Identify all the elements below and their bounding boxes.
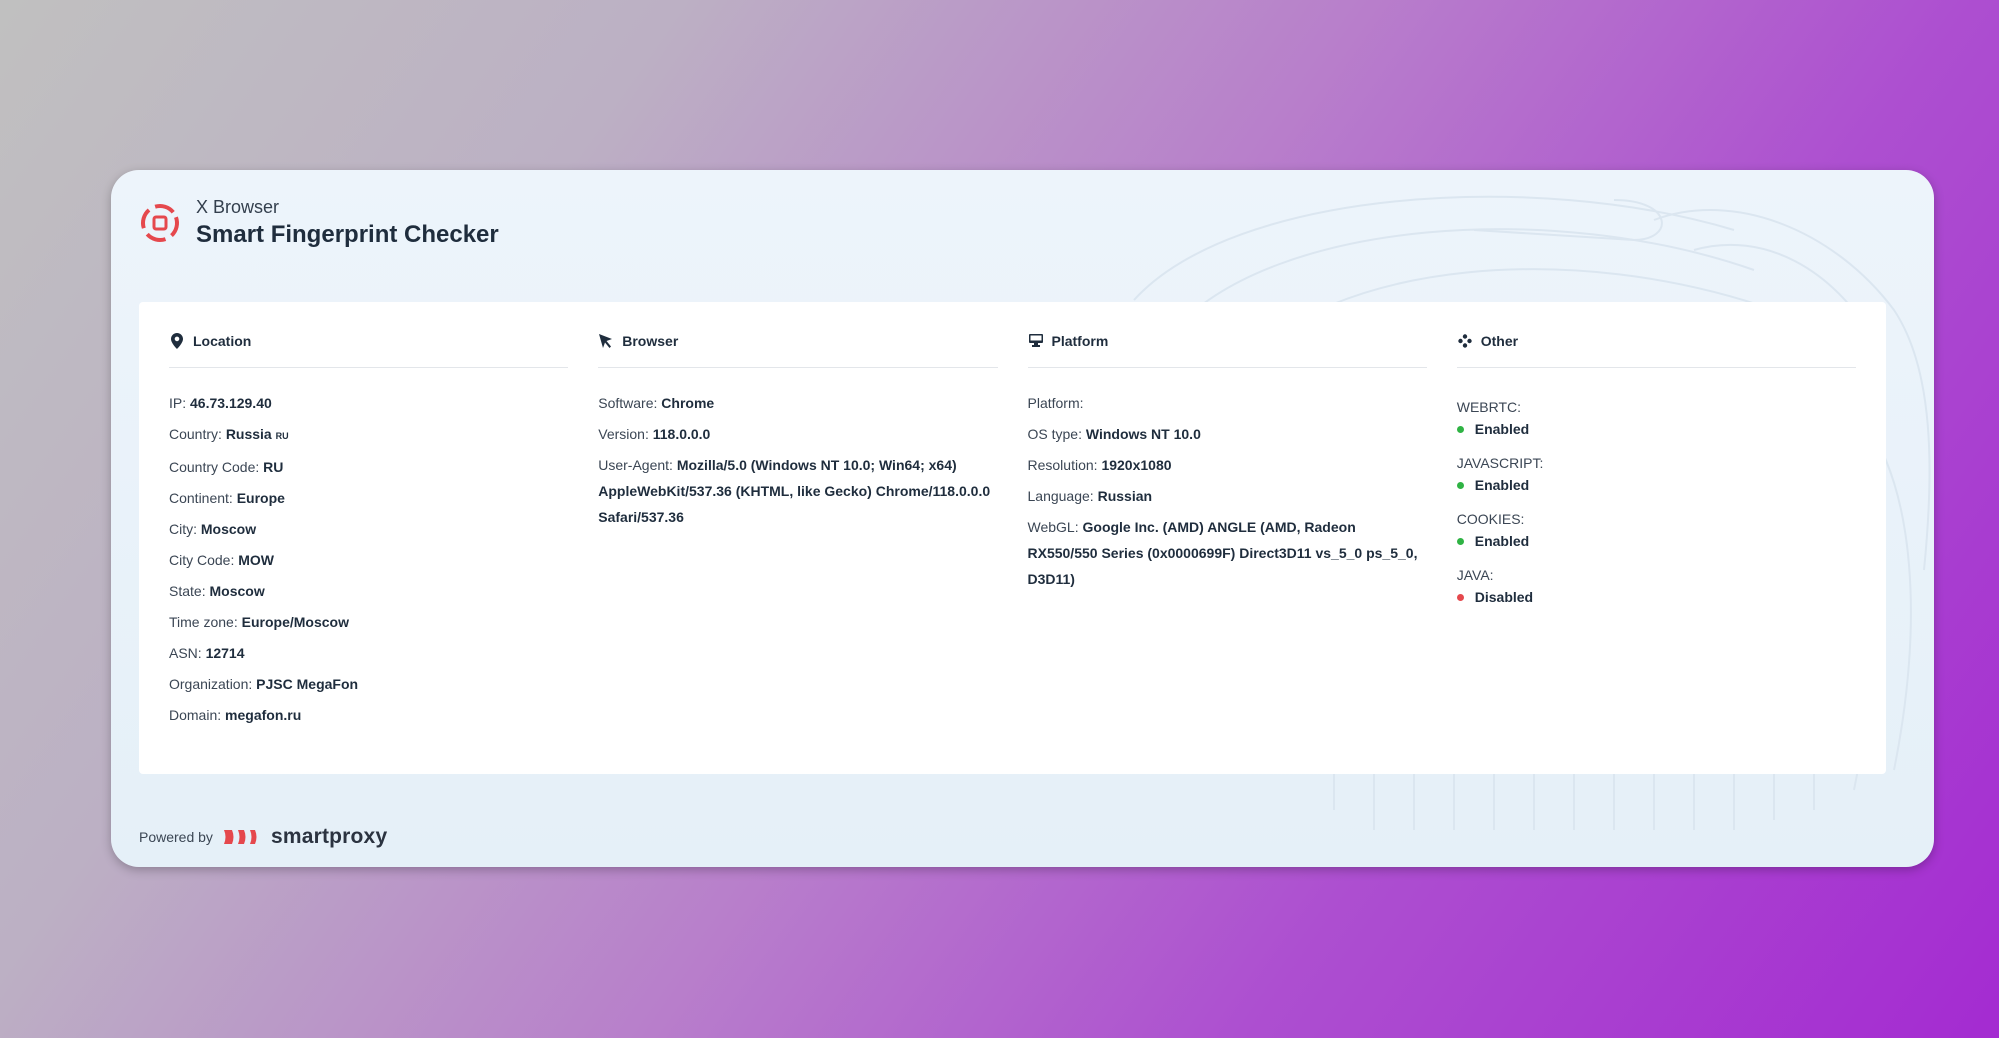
- organization-row: Organization: PJSC MegaFon: [169, 676, 359, 692]
- webgl-value: Google Inc. (AMD) ANGLE (AMD, Radeon RX5…: [1027, 519, 1418, 587]
- smartproxy-logo-icon: [223, 830, 257, 844]
- location-heading-label: Location: [193, 332, 252, 349]
- asn-row: ASN: 12714: [169, 645, 245, 661]
- software-value: Chrome: [661, 395, 715, 411]
- javascript-status: Enabled: [1456, 474, 1856, 496]
- map-pin-icon: [169, 332, 185, 349]
- country-code-value: RU: [263, 459, 284, 475]
- java-item: JAVA: Disabled: [1456, 564, 1856, 608]
- footer: Powered by smartproxy: [139, 825, 387, 849]
- version-row: Version: 118.0.0.0: [598, 426, 711, 442]
- app-header: X Browser Smart Fingerprint Checker: [139, 196, 499, 250]
- browser-heading: Browser: [598, 302, 998, 368]
- other-heading-label: Other: [1480, 332, 1519, 349]
- platform-column: Platform Platform: OS type: Windows NT 1…: [1027, 302, 1427, 774]
- status-dot-icon: [1456, 425, 1464, 433]
- country-code-row: Country Code: RU: [169, 459, 284, 475]
- domain-value: megafon.ru: [225, 707, 302, 723]
- javascript-label: JAVASCRIPT:: [1456, 455, 1544, 471]
- state-value: Moscow: [209, 583, 265, 599]
- resolution-value: 1920x1080: [1101, 457, 1172, 473]
- monitor-icon: [1028, 333, 1044, 349]
- javascript-item: JAVASCRIPT: Enabled: [1456, 452, 1856, 496]
- domain-row: Domain: megafon.ru: [169, 707, 302, 723]
- dots-icon: [1457, 333, 1473, 349]
- checker-window: X Browser Smart Fingerprint Checker Loca…: [111, 170, 1934, 867]
- cookies-item: COOKIES: Enabled: [1456, 508, 1856, 552]
- timezone-row: Time zone: Europe/Moscow: [169, 614, 349, 630]
- webrtc-item: WEBRTC: Enabled: [1456, 396, 1856, 440]
- os-type-value: Windows NT 10.0: [1085, 426, 1201, 442]
- browser-column: Browser Software: Chrome Version: 118.0.…: [598, 302, 998, 774]
- platform-heading-label: Platform: [1051, 332, 1109, 349]
- ip-value: 46.73.129.40: [190, 395, 272, 411]
- version-value: 118.0.0.0: [652, 426, 711, 442]
- platform-row: Platform:: [1027, 395, 1084, 411]
- ip-row: IP: 46.73.129.40: [169, 395, 272, 411]
- smartproxy-brand-text: smartproxy: [270, 825, 388, 848]
- city-value: Moscow: [200, 521, 257, 537]
- webgl-row: WebGL: Google Inc. (AMD) ANGLE (AMD, Rad…: [1027, 519, 1418, 587]
- powered-by-label: Powered by: [139, 829, 213, 845]
- other-column: Other WEBRTC: Enabled JAVASCRIPT: Enable…: [1456, 302, 1856, 774]
- city-row: City: Moscow: [169, 521, 257, 537]
- status-dot-icon: [1456, 537, 1464, 545]
- webrtc-label: WEBRTC:: [1456, 399, 1522, 415]
- location-heading: Location: [169, 302, 569, 368]
- page-title: Smart Fingerprint Checker: [196, 221, 499, 248]
- language-row: Language: Russian: [1027, 488, 1153, 504]
- status-dot-icon: [1456, 593, 1464, 601]
- continent-row: Continent: Europe: [169, 490, 285, 506]
- webrtc-status: Enabled: [1456, 418, 1856, 440]
- app-subtitle: X Browser: [196, 197, 280, 217]
- cookies-label: COOKIES:: [1456, 511, 1525, 527]
- app-title-block: X Browser Smart Fingerprint Checker: [196, 196, 499, 250]
- language-value: Russian: [1097, 488, 1153, 504]
- software-row: Software: Chrome: [598, 395, 715, 411]
- city-code-value: MOW: [238, 552, 275, 568]
- java-label: JAVA:: [1456, 567, 1494, 583]
- cookies-status: Enabled: [1456, 530, 1856, 552]
- x-browser-logo-icon: [141, 204, 179, 242]
- state-row: State: Moscow: [169, 583, 265, 599]
- browser-heading-label: Browser: [622, 332, 679, 349]
- os-type-row: OS type: Windows NT 10.0: [1027, 426, 1201, 442]
- java-status: Disabled: [1456, 586, 1856, 608]
- smartproxy-link[interactable]: smartproxy: [223, 825, 387, 849]
- asn-value: 12714: [205, 645, 245, 661]
- country-value: Russia: [225, 426, 272, 442]
- timezone-value: Europe/Moscow: [241, 614, 349, 630]
- organization-value: PJSC MegaFon: [256, 676, 359, 692]
- city-code-row: City Code: MOW: [169, 552, 275, 568]
- user-agent-row: User-Agent: Mozilla/5.0 (Windows NT 10.0…: [598, 457, 991, 525]
- resolution-row: Resolution: 1920x1080: [1027, 457, 1172, 473]
- status-dot-icon: [1456, 481, 1464, 489]
- location-column: Location IP: 46.73.129.40 Country: Russi…: [169, 302, 569, 774]
- country-code-small: RU: [275, 431, 289, 441]
- country-row: Country: Russia RU: [169, 426, 289, 442]
- platform-heading: Platform: [1027, 302, 1427, 368]
- other-heading: Other: [1456, 302, 1856, 368]
- cursor-icon: [598, 333, 614, 349]
- continent-value: Europe: [236, 490, 285, 506]
- results-panel: Location IP: 46.73.129.40 Country: Russi…: [139, 302, 1886, 774]
